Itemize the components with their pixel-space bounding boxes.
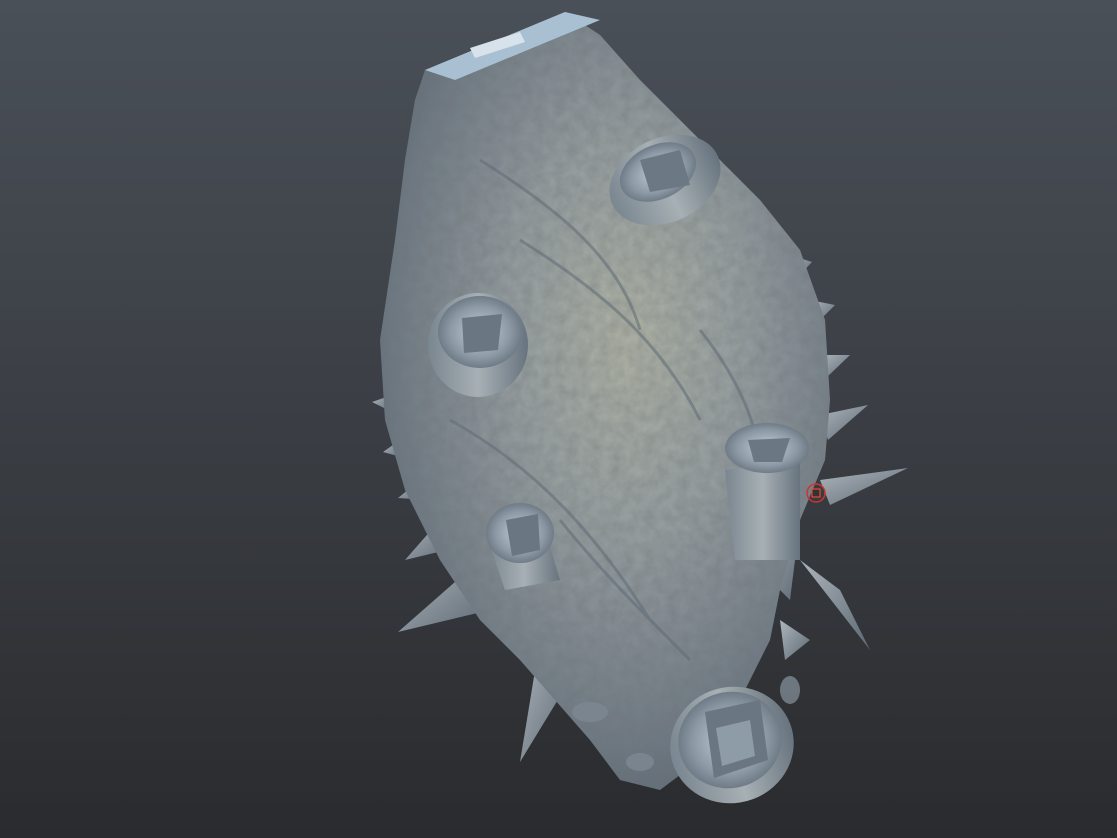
- creature-body[interactable]: [380, 12, 830, 790]
- spike: [780, 620, 810, 660]
- spike: [820, 468, 908, 505]
- creature-mesh[interactable]: [372, 12, 908, 817]
- viewport-canvas[interactable]: [0, 0, 1117, 838]
- tube-opening: [725, 423, 809, 560]
- 3d-viewport[interactable]: [0, 0, 1117, 838]
- spike: [800, 560, 870, 650]
- tube-opening: [428, 293, 528, 397]
